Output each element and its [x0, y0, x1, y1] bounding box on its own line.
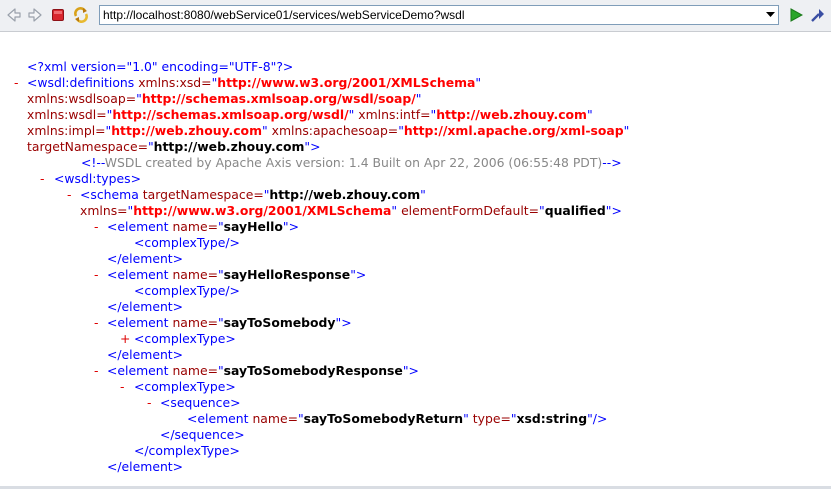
value-schema-xmlns: http://www.w3.org/2001/XMLSchema: [133, 203, 392, 218]
value-element-name: sayToSomebodyReturn: [303, 411, 464, 426]
attr-name: name=: [252, 411, 298, 426]
forward-button[interactable]: [27, 7, 43, 23]
value-element-type: xsd:string: [516, 411, 588, 426]
definitions-line-5: targetNamespace="http://web.zhouy.com">: [27, 139, 321, 154]
address-bar: [99, 5, 779, 25]
menu-icon: [811, 9, 824, 22]
xml-declaration: <?xml version="1.0" encoding="UTF-8"?>: [27, 59, 294, 74]
refresh-icon: [74, 7, 88, 23]
forward-icon: [28, 8, 42, 22]
stop-button[interactable]: [50, 7, 66, 23]
expand-toggle-complextype[interactable]: +: [120, 331, 130, 347]
attr-schema-target-namespace: targetNamespace=: [142, 187, 264, 202]
value-xmlns-wsdl: http://schemas.xmlsoap.org/wsdl/: [112, 107, 349, 122]
value-schema-target-namespace: http://web.zhouy.com: [269, 187, 421, 202]
attr-xmlns-apachesoap: xmlns:apachesoap=: [271, 123, 399, 138]
tag-element-open: <element: [187, 411, 249, 426]
comment-text: WSDL created by Apache Axis version: 1.4…: [104, 155, 603, 170]
attr-xmlns-impl: xmlns:impl=: [27, 123, 106, 138]
attr-xmlns-xsd: xmlns:xsd=: [138, 75, 212, 90]
element-saytosomebodyreturn: <element name="sayToSomebodyReturn" type…: [187, 411, 608, 426]
attr-target-namespace: targetNamespace=: [27, 139, 148, 154]
attr-type: type=: [472, 411, 511, 426]
attr-xmlns-intf: xmlns:intf=: [358, 107, 431, 122]
tag-element-close: </element>: [107, 459, 184, 474]
attr-xmlns-wsdl: xmlns:wsdl=: [27, 107, 107, 122]
back-icon: [7, 8, 21, 22]
tag-element-open: <element: [107, 363, 169, 378]
value-xmlns-impl: http://web.zhouy.com: [111, 123, 262, 138]
go-button[interactable]: [788, 7, 804, 23]
axis-comment: <!--WSDL created by Apache Axis version:…: [81, 155, 622, 171]
refresh-button[interactable]: [73, 7, 89, 23]
value-element-name: sayHello: [223, 219, 283, 234]
comment-close: -->: [602, 155, 622, 170]
tag-element-open: <element: [107, 219, 169, 234]
attr-name: name=: [172, 315, 218, 330]
definitions-line-2: xmlns:wsdlsoap="http://schemas.xmlsoap.o…: [27, 91, 422, 106]
element-sayhelloresponse-open: <element name="sayHelloResponse">: [107, 267, 367, 282]
tag-complextype-empty: <complexType/>: [134, 235, 240, 250]
tag-definitions-open: <wsdl:definitions: [27, 75, 135, 90]
xml-document-view: <?xml version="1.0" encoding="UTF-8"?> -…: [0, 32, 831, 489]
tag-schema-open: <schema: [80, 187, 139, 202]
collapse-toggle-sequence[interactable]: -: [147, 395, 151, 411]
element-saytosomebody-open: <element name="sayToSomebody">: [107, 315, 352, 330]
url-input[interactable]: [103, 7, 758, 23]
tag-element-close: </element>: [107, 347, 184, 362]
tag-sequence-close: </sequence>: [160, 427, 245, 442]
value-xmlns-xsd: http://www.w3.org/2001/XMLSchema: [217, 75, 476, 90]
collapse-toggle-element-saytosomebody[interactable]: -: [94, 315, 98, 331]
value-element-form-default: qualified: [544, 203, 606, 218]
tag-sequence-open: <sequence>: [160, 395, 241, 410]
tag-element-close: </element>: [107, 251, 184, 266]
element-sayhello-open: <element name="sayHello">: [107, 219, 299, 234]
attr-xmlns-wsdlsoap: xmlns:wsdlsoap=: [27, 91, 137, 106]
value-element-name: sayHelloResponse: [223, 267, 351, 282]
definitions-line-1: <wsdl:definitions xmlns:xsd="http://www.…: [27, 75, 482, 90]
tag-complextype-close: </complexType>: [134, 443, 240, 458]
attr-name: name=: [172, 363, 218, 378]
tag-element-open: <element: [107, 315, 169, 330]
collapse-toggle-complextype[interactable]: -: [120, 379, 124, 395]
tag-element-open: <element: [107, 267, 169, 282]
tag-types-open: <wsdl:types>: [54, 171, 141, 186]
browser-toolbar: [0, 0, 831, 32]
back-button[interactable]: [6, 7, 22, 23]
tag-complextype-open-collapsed: <complexType>: [134, 331, 236, 346]
attr-element-form-default: elementFormDefault=: [401, 203, 540, 218]
tag-element-close: </element>: [107, 299, 184, 314]
comment-open: <!--: [81, 155, 105, 170]
element-saytosomebodyresponse-open: <element name="sayToSomebodyResponse">: [107, 363, 419, 378]
collapse-toggle-types[interactable]: -: [40, 171, 44, 187]
collapse-toggle-element-saytosomebodyresponse[interactable]: -: [94, 363, 98, 379]
collapse-toggle-element-sayhelloresponse[interactable]: -: [94, 267, 98, 283]
go-icon: [790, 8, 803, 22]
schema-line-1: <schema targetNamespace="http://web.zhou…: [80, 187, 426, 202]
attr-name: name=: [172, 219, 218, 234]
value-xmlns-wsdlsoap: http://schemas.xmlsoap.org/wsdl/soap/: [141, 91, 416, 106]
attr-name: name=: [172, 267, 218, 282]
menu-button[interactable]: [810, 7, 826, 23]
address-dropdown-button[interactable]: [762, 6, 778, 24]
collapse-toggle-schema[interactable]: -: [67, 187, 71, 203]
definitions-line-3: xmlns:wsdl="http://schemas.xmlsoap.org/w…: [27, 107, 593, 122]
value-element-name: sayToSomebodyResponse: [223, 363, 403, 378]
collapse-toggle-element-sayhello[interactable]: -: [94, 219, 98, 235]
value-target-namespace: http://web.zhouy.com: [153, 139, 305, 154]
value-xmlns-apachesoap: http://xml.apache.org/xml-soap: [403, 123, 624, 138]
collapse-toggle-definitions[interactable]: -: [14, 75, 18, 91]
stop-icon: [52, 9, 64, 21]
schema-line-2: xmlns="http://www.w3.org/2001/XMLSchema"…: [80, 203, 622, 218]
tag-complextype-open: <complexType>: [134, 379, 236, 394]
value-xmlns-intf: http://web.zhouy.com: [436, 107, 587, 122]
dropdown-icon: [765, 12, 775, 17]
attr-schema-xmlns: xmlns=: [80, 203, 128, 218]
definitions-line-4: xmlns:impl="http://web.zhouy.com" xmlns:…: [27, 123, 630, 138]
tag-complextype-empty: <complexType/>: [134, 283, 240, 298]
value-element-name: sayToSomebody: [223, 315, 336, 330]
